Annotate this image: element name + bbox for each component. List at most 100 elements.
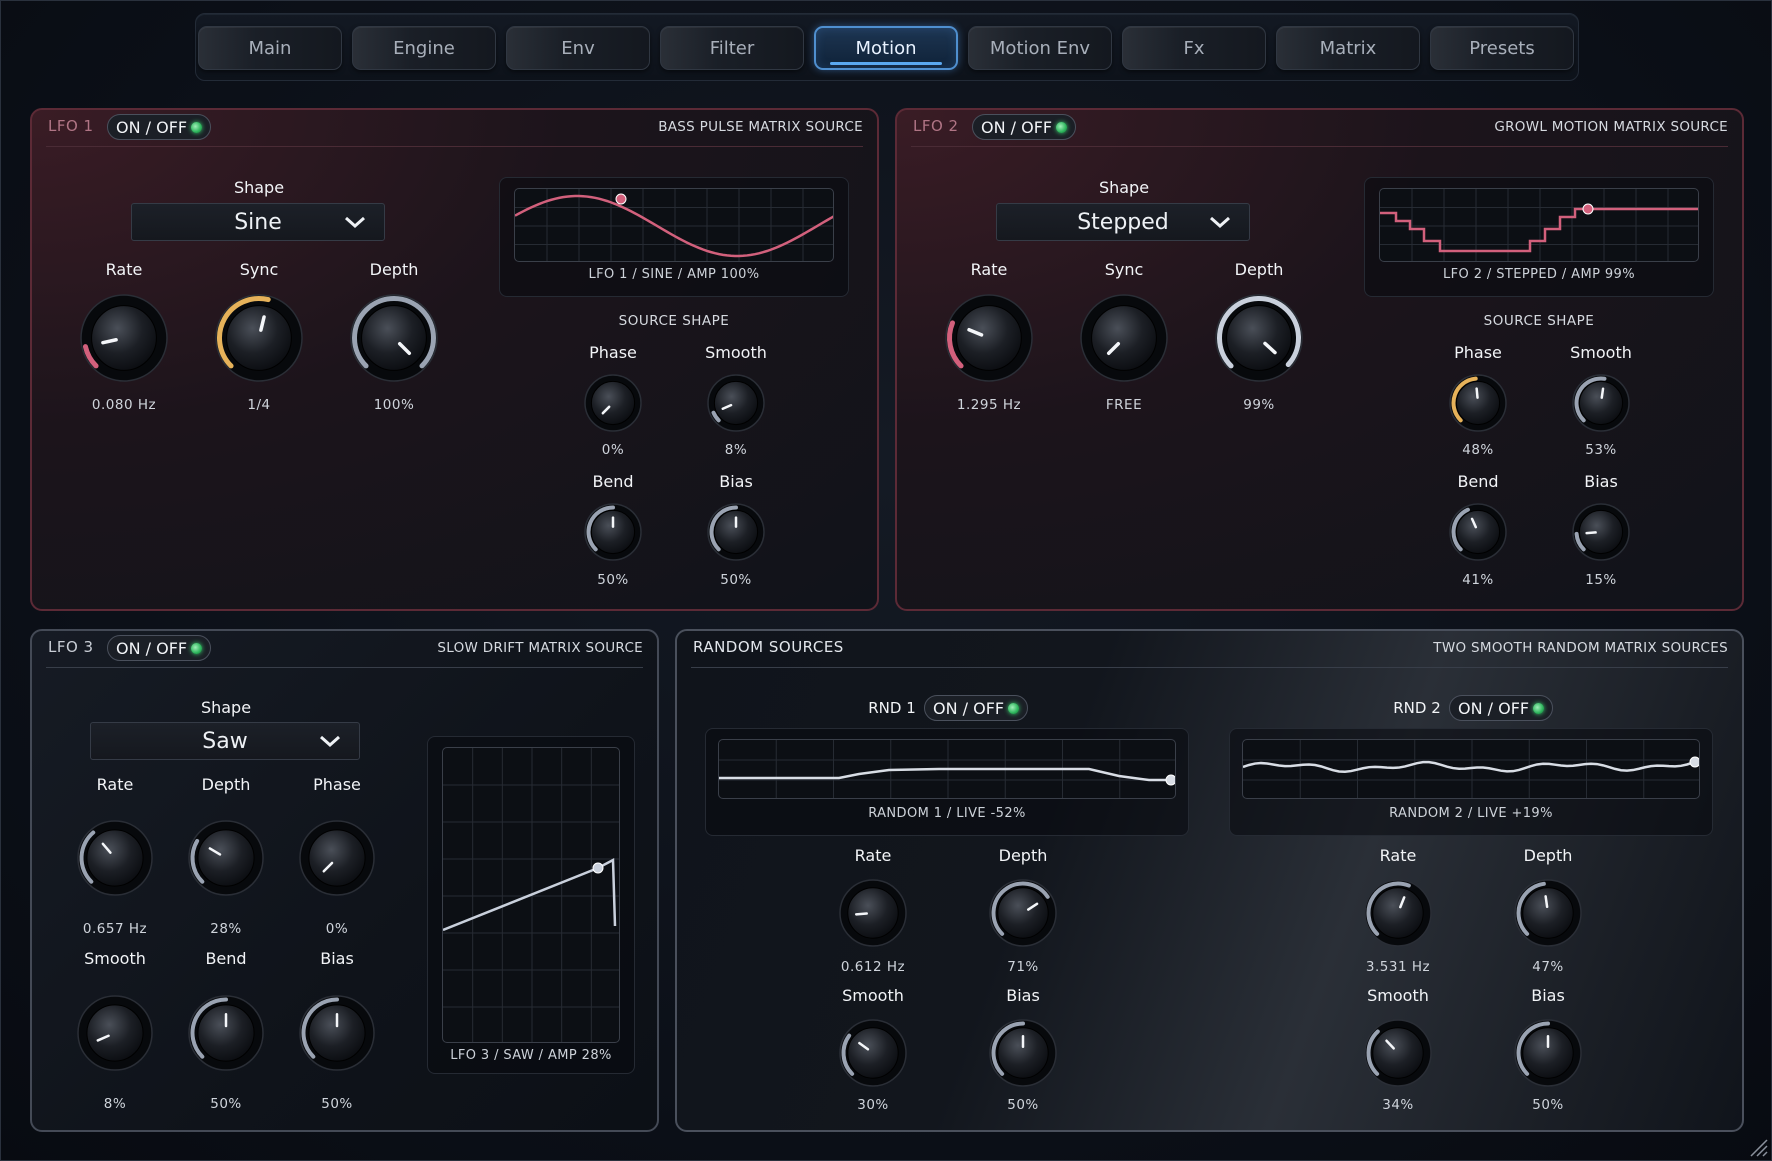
random-sources-panel: RANDOM SOURCES TWO SMOOTH RANDOM MATRIX … bbox=[675, 629, 1744, 1132]
rnd1-smooth-knob[interactable] bbox=[838, 1018, 908, 1092]
lfo3-phase-value: 0% bbox=[325, 921, 349, 937]
knob-graphic bbox=[1364, 879, 1432, 947]
lfo3-smooth-value: 8% bbox=[103, 1096, 127, 1112]
rnd2-rate-label: Rate bbox=[1379, 846, 1417, 865]
rnd1-smooth-value: 30% bbox=[857, 1097, 889, 1113]
divider bbox=[911, 146, 1728, 147]
lfo2-bias-knob[interactable] bbox=[1571, 502, 1631, 566]
lfo3-depth-knob[interactable] bbox=[187, 819, 265, 901]
rnd2-bias-knob[interactable] bbox=[1513, 1018, 1583, 1092]
knob-pointer bbox=[1585, 531, 1597, 535]
lfo2-sync-knob[interactable] bbox=[1079, 293, 1169, 387]
rnd2-rate-knob[interactable] bbox=[1363, 878, 1433, 952]
rnd1-depth-knob[interactable] bbox=[988, 878, 1058, 952]
divider bbox=[46, 146, 863, 147]
lfo2-depth-knob[interactable] bbox=[1214, 293, 1304, 387]
lfo3-phase-knob[interactable] bbox=[298, 819, 376, 901]
lfo1-scope-caption: LFO 1 / SINE / AMP 100% bbox=[588, 267, 760, 282]
lfo1-rate-knob[interactable] bbox=[79, 293, 169, 387]
tab-presets[interactable]: Presets bbox=[1430, 26, 1574, 70]
lfo2-waveform bbox=[1380, 189, 1698, 261]
lfo2-depth-label: Depth bbox=[1234, 260, 1284, 279]
knob-graphic bbox=[839, 1019, 907, 1087]
lfo1-phase-knob[interactable] bbox=[583, 373, 643, 437]
lfo3-bend-knob[interactable] bbox=[187, 994, 265, 1076]
lfo2-bias-value: 15% bbox=[1585, 572, 1617, 588]
rnd1-rate-value: 0.612 Hz bbox=[840, 959, 906, 975]
rnd2-depth-value: 47% bbox=[1532, 959, 1564, 975]
rnd2-bias-value: 50% bbox=[1532, 1097, 1564, 1113]
lfo2-onoff-toggle[interactable]: ON / OFF bbox=[972, 114, 1076, 140]
lfo3-bias-value: 50% bbox=[321, 1096, 353, 1112]
rnd1-waveform bbox=[719, 740, 1175, 798]
lfo1-source-shape-label: SOURCE SHAPE bbox=[618, 313, 730, 329]
lfo1-sync-label: Sync bbox=[239, 260, 279, 279]
lfo2-scope: LFO 2 / STEPPED / AMP 99% bbox=[1364, 177, 1714, 297]
lfo1-rate-label: Rate bbox=[105, 260, 143, 279]
rnd1-scope-caption: RANDOM 1 / LIVE -52% bbox=[868, 806, 1026, 821]
playhead-marker bbox=[1689, 756, 1699, 768]
lfo3-rate-knob[interactable] bbox=[76, 819, 154, 901]
rnd1-rate-knob[interactable] bbox=[838, 878, 908, 952]
lfo3-onoff-toggle[interactable]: ON / OFF bbox=[107, 635, 211, 661]
knob-graphic bbox=[188, 995, 264, 1071]
lfo1-depth-knob[interactable] bbox=[349, 293, 439, 387]
lfo3-shape-dropdown[interactable]: Saw bbox=[90, 722, 360, 760]
tab-fx[interactable]: Fx bbox=[1122, 26, 1266, 70]
lfo1-sync-knob[interactable] bbox=[214, 293, 304, 387]
rnd2-onoff-label: ON / OFF bbox=[1458, 698, 1530, 718]
tab-motion[interactable]: Motion bbox=[814, 26, 958, 70]
lfo2-led-icon bbox=[1056, 122, 1067, 133]
lfo2-source-shape-label: SOURCE SHAPE bbox=[1483, 313, 1595, 329]
lfo3-bias-knob[interactable] bbox=[298, 994, 376, 1076]
rnd1-bias-knob[interactable] bbox=[988, 1018, 1058, 1092]
tab-filter[interactable]: Filter bbox=[660, 26, 804, 70]
lfo1-depth-value: 100% bbox=[373, 397, 415, 413]
lfo2-smooth-knob[interactable] bbox=[1571, 373, 1631, 437]
lfo1-bend-value: 50% bbox=[597, 572, 629, 588]
waveform-line bbox=[1243, 760, 1694, 774]
lfo2-smooth-label: Smooth bbox=[1570, 343, 1632, 362]
lfo3-title: LFO 3 bbox=[48, 638, 94, 656]
lfo2-rate-knob[interactable] bbox=[944, 293, 1034, 387]
rnd2-onoff-toggle[interactable]: ON / OFF bbox=[1449, 695, 1553, 721]
tab-engine[interactable]: Engine bbox=[352, 26, 496, 70]
lfo2-sync-label: Sync bbox=[1104, 260, 1144, 279]
lfo1-shape-label: Shape bbox=[233, 178, 285, 197]
lfo2-scope-caption: LFO 2 / STEPPED / AMP 99% bbox=[1443, 267, 1635, 282]
lfo2-phase-knob[interactable] bbox=[1448, 373, 1508, 437]
playhead-marker bbox=[592, 862, 604, 874]
resize-grip-icon[interactable] bbox=[1747, 1136, 1769, 1158]
tab-env[interactable]: Env bbox=[506, 26, 650, 70]
rnd2-title: RND 2 bbox=[1393, 699, 1441, 717]
lfo2-rate-label: Rate bbox=[970, 260, 1008, 279]
rnd1-onoff-toggle[interactable]: ON / OFF bbox=[924, 695, 1028, 721]
lfo2-phase-label: Phase bbox=[1454, 343, 1502, 362]
lfo3-shape-value: Saw bbox=[202, 728, 248, 754]
rnd2-smooth-knob[interactable] bbox=[1363, 1018, 1433, 1092]
chevron-down-icon bbox=[345, 216, 365, 229]
lfo1-bias-knob[interactable] bbox=[706, 502, 766, 566]
knob-graphic bbox=[839, 879, 907, 947]
lfo1-depth-label: Depth bbox=[369, 260, 419, 279]
lfo3-depth-label: Depth bbox=[201, 775, 251, 794]
lfo2-shape-dropdown[interactable]: Stepped bbox=[996, 203, 1250, 241]
lfo1-bend-knob[interactable] bbox=[583, 502, 643, 566]
lfo1-shape-dropdown[interactable]: Sine bbox=[131, 203, 385, 241]
tab-main[interactable]: Main bbox=[198, 26, 342, 70]
rnd2-depth-knob[interactable] bbox=[1513, 878, 1583, 952]
lfo2-bend-knob[interactable] bbox=[1448, 502, 1508, 566]
lfo1-smooth-knob[interactable] bbox=[706, 373, 766, 437]
lfo1-scope: LFO 1 / SINE / AMP 100% bbox=[499, 177, 849, 297]
lfo1-onoff-toggle[interactable]: ON / OFF bbox=[107, 114, 211, 140]
knob-graphic bbox=[1572, 374, 1630, 432]
tab-matrix[interactable]: Matrix bbox=[1276, 26, 1420, 70]
lfo3-subtitle: SLOW DRIFT MATRIX SOURCE bbox=[437, 640, 643, 656]
waveform-line bbox=[719, 767, 1171, 782]
tab-motion-env[interactable]: Motion Env bbox=[968, 26, 1112, 70]
knob-pointer bbox=[1600, 387, 1605, 399]
lfo3-smooth-knob[interactable] bbox=[76, 994, 154, 1076]
rnd2-bias-label: Bias bbox=[1531, 986, 1565, 1005]
lfo2-subtitle: GROWL MOTION MATRIX SOURCE bbox=[1494, 119, 1728, 135]
lfo3-bias-label: Bias bbox=[320, 949, 354, 968]
